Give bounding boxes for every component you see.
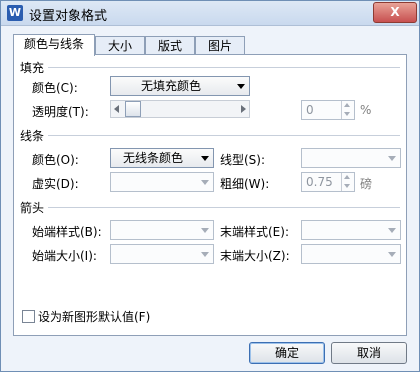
begin-size-dropdown[interactable]	[110, 244, 214, 264]
wps-app-icon: W	[7, 5, 23, 21]
arrow-up-icon[interactable]	[344, 103, 350, 107]
slider-thumb[interactable]	[125, 101, 141, 117]
weight-label: 粗细(W):	[220, 177, 270, 191]
end-style-dropdown[interactable]	[301, 220, 401, 240]
spinner-buttons[interactable]	[341, 173, 354, 191]
arrow-down-icon[interactable]	[344, 112, 350, 116]
weight-spinner[interactable]: 0.75	[301, 172, 355, 192]
line-style-label: 线型(S):	[220, 153, 266, 167]
close-button[interactable]: X	[373, 2, 417, 23]
chevron-down-icon	[237, 84, 245, 89]
line-color-label: 颜色(O):	[32, 153, 79, 167]
weight-value: 0.75	[306, 175, 333, 189]
tab-color-and-lines[interactable]: 颜色与线条	[13, 34, 95, 56]
transparency-unit: %	[360, 103, 372, 117]
transparency-value: 0	[306, 103, 314, 117]
line-style-dropdown[interactable]	[301, 148, 401, 168]
transparency-spinner[interactable]: 0	[301, 100, 355, 120]
transparency-label: 透明度(T):	[32, 105, 89, 119]
begin-style-dropdown[interactable]	[110, 220, 214, 240]
line-section-title: 线条	[20, 129, 45, 143]
tab-panel: 填充 颜色(C): 无填充颜色 透明度(T): 0 % 线条 颜色(O): 无线…	[13, 54, 407, 336]
end-size-dropdown[interactable]	[301, 244, 401, 264]
chevron-down-icon	[388, 252, 396, 257]
arrows-section-title: 箭头	[20, 201, 45, 215]
transparency-slider[interactable]	[110, 100, 250, 118]
chevron-down-icon	[201, 180, 209, 185]
tab-layout[interactable]: 版式	[145, 36, 195, 55]
weight-unit: 磅	[360, 177, 373, 191]
ok-button[interactable]: 确定	[249, 342, 325, 364]
cancel-button[interactable]: 取消	[331, 342, 407, 364]
fill-color-label: 颜色(C):	[32, 81, 78, 95]
arrows-divider	[48, 207, 400, 208]
end-size-label: 末端大小(Z):	[220, 249, 290, 263]
chevron-down-icon	[201, 228, 209, 233]
chevron-down-icon	[388, 156, 396, 161]
line-color-dropdown[interactable]: 无线条颜色	[110, 148, 214, 168]
fill-divider	[48, 67, 400, 68]
dialog-title: 设置对象格式	[29, 9, 108, 24]
set-default-checkbox[interactable]	[22, 310, 35, 323]
format-object-dialog: W 设置对象格式 X 颜色与线条 大小 版式 图片 填充 颜色(C): 无填充颜…	[0, 0, 420, 372]
fill-color-value: 无填充颜色	[140, 79, 201, 93]
tab-picture[interactable]: 图片	[195, 36, 245, 55]
dash-label: 虚实(D):	[32, 177, 79, 191]
fill-color-dropdown[interactable]: 无填充颜色	[110, 76, 250, 96]
dash-dropdown[interactable]	[110, 172, 214, 192]
tab-size[interactable]: 大小	[95, 36, 145, 55]
arrow-down-icon[interactable]	[344, 184, 350, 188]
arrow-right-icon[interactable]	[241, 105, 246, 113]
fill-section-title: 填充	[20, 61, 45, 75]
line-divider	[48, 135, 400, 136]
arrow-up-icon[interactable]	[344, 175, 350, 179]
begin-size-label: 始端大小(I):	[32, 249, 97, 263]
set-default-label[interactable]: 设为新图形默认值(F)	[38, 308, 150, 325]
line-color-value: 无线条颜色	[122, 151, 183, 165]
chevron-down-icon	[201, 252, 209, 257]
chevron-down-icon	[201, 156, 209, 161]
end-style-label: 末端样式(E):	[220, 225, 289, 239]
begin-style-label: 始端样式(B):	[32, 225, 102, 239]
arrow-left-icon[interactable]	[114, 105, 119, 113]
title-bar: W 设置对象格式 X	[1, 1, 419, 26]
spinner-buttons[interactable]	[341, 101, 354, 119]
chevron-down-icon	[388, 228, 396, 233]
